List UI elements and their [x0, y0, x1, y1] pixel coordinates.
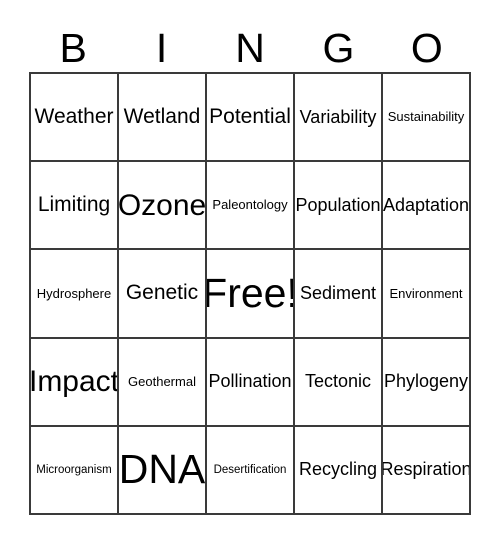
bingo-cell-label: Ozone — [119, 188, 207, 222]
bingo-cell[interactable]: Limiting — [31, 162, 119, 251]
bingo-cell-label: Paleontology — [212, 197, 288, 213]
bingo-row: Impact Geothermal Pollination Tectonic Phylo… — [31, 338, 471, 427]
bingo-cell[interactable]: Variability — [295, 74, 383, 163]
bingo-cell[interactable]: Hydrosphere — [31, 250, 119, 339]
bingo-cell-label: Pollination — [208, 371, 292, 392]
bingo-cell[interactable]: Impact — [31, 338, 119, 427]
header-letter-o: O — [410, 24, 443, 71]
bingo-header: B I N G O — [29, 24, 471, 72]
bingo-card: B I N G O Weather Wetland Potential Variabi… — [0, 0, 500, 544]
bingo-cell[interactable]: Adaptation — [383, 162, 471, 251]
bingo-cell[interactable]: Ozone — [119, 162, 207, 251]
bingo-cell-label: Recycling — [298, 459, 378, 480]
bingo-cell[interactable]: Potential — [207, 74, 295, 163]
bingo-cell[interactable]: Paleontology — [207, 162, 295, 251]
bingo-cell[interactable]: Desertification — [207, 426, 295, 516]
bingo-cell[interactable]: DNA — [119, 426, 207, 516]
bingo-row: Weather Wetland Potential Variability Sustai… — [31, 74, 471, 163]
bingo-row: Hydrosphere Genetic Free! Sediment Environme… — [31, 250, 471, 339]
header-letter-b: B — [59, 24, 87, 71]
bingo-cell[interactable]: Tectonic — [295, 338, 383, 427]
bingo-cell[interactable]: Respiration — [383, 426, 471, 516]
bingo-cell-label: Adaptation — [383, 194, 470, 215]
bingo-cell-label: Sustainability — [387, 109, 465, 125]
bingo-cell[interactable]: Geothermal — [119, 338, 207, 427]
bingo-cell-label: Limiting — [37, 193, 111, 217]
bingo-grid: Weather Wetland Potential Variability Sustai… — [29, 72, 471, 516]
bingo-cell-label: Microorganism — [36, 463, 112, 476]
bingo-cell[interactable]: Wetland — [119, 74, 207, 163]
bingo-row: Limiting Ozone Paleontology Population Adapt… — [31, 162, 471, 251]
bingo-cell-label: Impact — [31, 364, 119, 398]
bingo-row: Microorganism DNA Desertification Recycling… — [31, 426, 471, 516]
bingo-cell[interactable]: Genetic — [119, 250, 207, 339]
bingo-cell-label: Variability — [299, 106, 377, 127]
bingo-cell-free[interactable]: Free! — [207, 250, 295, 339]
bingo-cell-label: Population — [295, 194, 381, 215]
bingo-cell[interactable]: Population — [295, 162, 383, 251]
bingo-cell[interactable]: Pollination — [207, 338, 295, 427]
header-letter-i: I — [155, 24, 168, 71]
bingo-cell-label: Genetic — [125, 281, 199, 305]
bingo-cell-label: Sediment — [299, 283, 377, 304]
bingo-cell[interactable]: Environment — [383, 250, 471, 339]
bingo-cell-label: Geothermal — [128, 373, 196, 389]
bingo-cell-label: Environment — [389, 285, 463, 301]
bingo-cell-label: Hydrosphere — [36, 285, 112, 301]
bingo-cell-label: Potential — [209, 105, 291, 129]
bingo-cell-label: Free! — [207, 269, 295, 316]
bingo-cell[interactable]: Sustainability — [383, 74, 471, 163]
bingo-cell-label: Respiration — [383, 459, 471, 480]
bingo-cell[interactable]: Sediment — [295, 250, 383, 339]
bingo-cell-label: Weather — [34, 105, 114, 129]
header-letter-g: G — [322, 24, 355, 71]
bingo-cell[interactable]: Microorganism — [31, 426, 119, 516]
bingo-cell-label: Desertification — [213, 463, 287, 476]
bingo-cell[interactable]: Weather — [31, 74, 119, 163]
bingo-cell-label: Tectonic — [304, 371, 372, 392]
bingo-cell-label: Phylogeny — [383, 371, 469, 392]
bingo-cell[interactable]: Recycling — [295, 426, 383, 516]
header-letter-n: N — [235, 24, 265, 71]
bingo-cell-label: Wetland — [123, 105, 201, 129]
bingo-cell[interactable]: Phylogeny — [383, 338, 471, 427]
bingo-cell-label: DNA — [119, 446, 206, 493]
